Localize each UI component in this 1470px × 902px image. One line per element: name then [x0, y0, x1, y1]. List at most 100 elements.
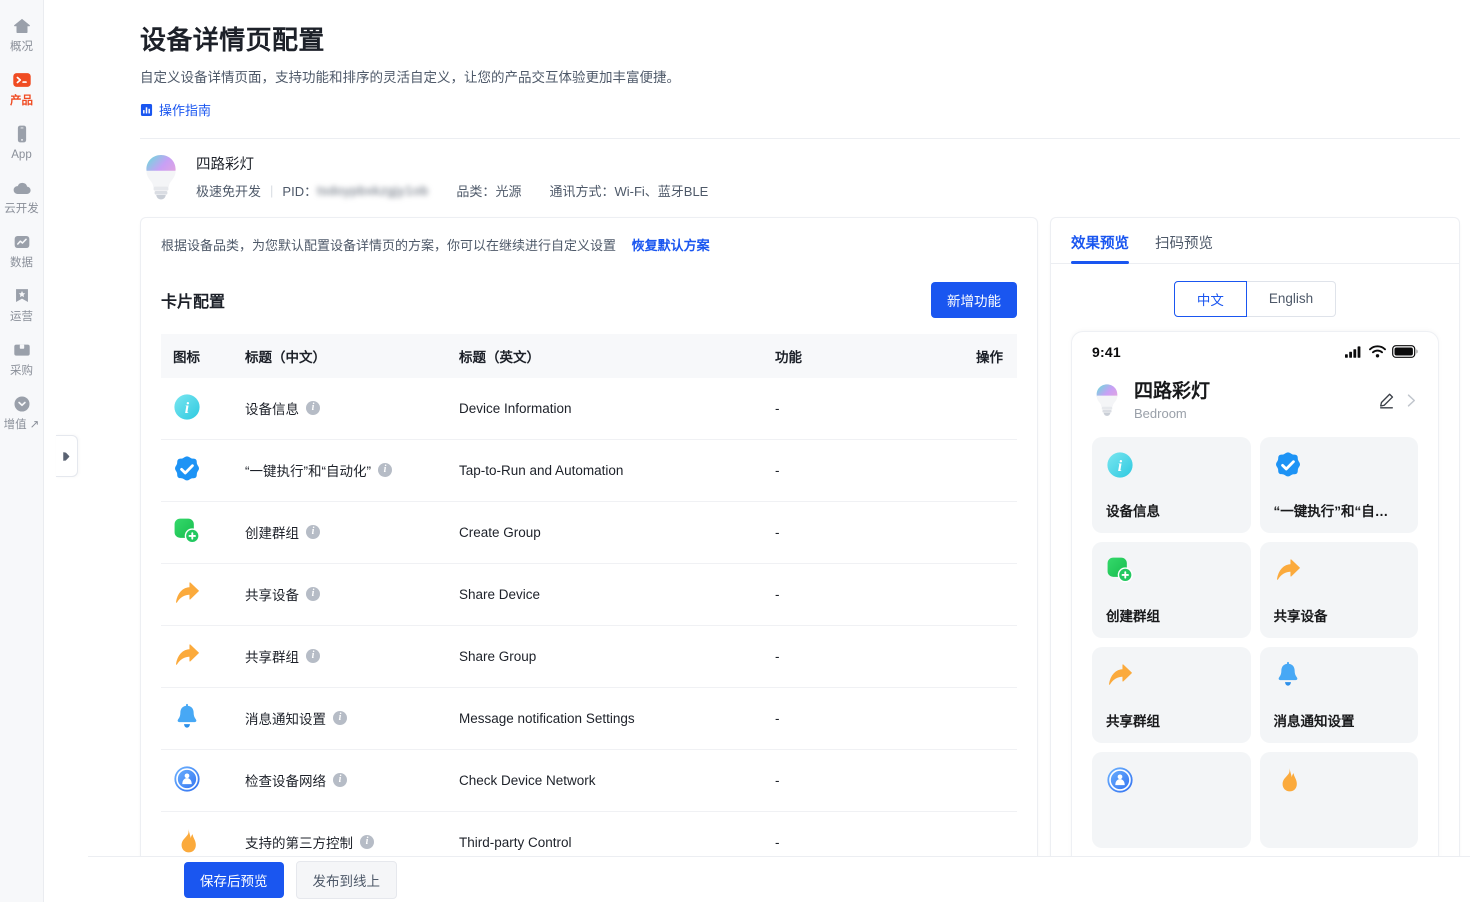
row-title-en: Share Group: [451, 625, 767, 688]
table-row[interactable]: “一键执行”和“自动化” i Tap-to-Run and Automation…: [161, 439, 1017, 502]
phone-tile[interactable]: i 设备信息: [1092, 436, 1251, 533]
phone-icon: [17, 125, 26, 143]
add-feature-button[interactable]: 新增功能: [931, 281, 1017, 318]
phone-tile[interactable]: 共享设备: [1259, 541, 1418, 638]
tile-label: 创建群组: [1106, 608, 1160, 624]
default-scheme-notice: 根据设备品类，为您默认配置设备详情页的方案，你可以在继续进行自定义设置 恢复默认…: [161, 236, 1017, 256]
row-actions[interactable]: [967, 439, 1017, 502]
check-shield-icon: [175, 455, 199, 480]
row-actions[interactable]: [967, 687, 1017, 750]
share-arrow-icon: [175, 581, 199, 603]
tab-qrcode-preview[interactable]: 扫码预览: [1155, 232, 1213, 263]
edit-pencil-icon[interactable]: [1377, 391, 1396, 410]
sidebar-item-cloud[interactable]: 云开发: [0, 170, 44, 222]
row-actions[interactable]: [967, 625, 1017, 688]
phone-mockup: 9:41 四路彩灯 Bedroom i 设备信息 “一键执行”和“自… 创建群组…: [1071, 330, 1439, 866]
sidebar-item-label: 运营: [10, 311, 33, 323]
section-title: 卡片配置: [161, 293, 226, 311]
operation-guide-link[interactable]: 操作指南: [140, 100, 211, 119]
column-header-cn: 标题（中文）: [237, 333, 451, 378]
phone-tile[interactable]: “一键执行”和“自…: [1259, 436, 1418, 533]
tile-icon: [1274, 451, 1302, 479]
sidebar-item-overview[interactable]: 概况: [0, 8, 44, 60]
table-row[interactable]: i 设备信息 i Device Information -: [161, 377, 1017, 440]
tile-icon: [1106, 766, 1134, 794]
sidebar-item-valueadd[interactable]: 增值 ↗: [0, 386, 44, 438]
tile-icon: [1274, 766, 1302, 794]
chevron-right-icon[interactable]: [1405, 391, 1418, 410]
phone-status-bar: 9:41: [1072, 332, 1438, 366]
table-row[interactable]: 共享群组 i Share Group -: [161, 625, 1017, 688]
device-attributes: 极速免开发 | PID： tsdoypbxkzgjy1ob 品类： 光源 通讯方…: [196, 181, 708, 200]
svg-text:i: i: [1118, 457, 1123, 474]
sidebar-item-app[interactable]: App: [0, 116, 44, 168]
info-tooltip-icon[interactable]: i: [306, 587, 320, 601]
sidebar-item-label: 增值 ↗: [3, 419, 40, 431]
group-add-icon: [1107, 557, 1133, 582]
row-icon-cell: [161, 625, 237, 688]
chart-icon: [14, 235, 29, 249]
page-scroll-region[interactable]: 设备详情页配置 自定义设备详情页面，支持功能和排序的灵活自定义，让您的产品交互体…: [44, 0, 1470, 902]
info-tooltip-icon[interactable]: i: [377, 463, 392, 477]
table-row[interactable]: 检查设备网络 i Check Device Network -: [161, 749, 1017, 812]
share-arrow-icon: [1108, 663, 1132, 685]
tile-icon: [1106, 556, 1134, 584]
phone-tile[interactable]: 共享群组: [1092, 646, 1251, 743]
row-title-cn: 设备信息: [245, 402, 299, 417]
lang-option-chinese[interactable]: 中文: [1173, 280, 1247, 317]
network-check-icon: [1107, 766, 1133, 793]
tab-effect-preview[interactable]: 效果预览: [1071, 232, 1129, 264]
row-title-en: Device Information: [451, 377, 767, 440]
row-actions[interactable]: [967, 749, 1017, 812]
bell-icon: [1278, 661, 1297, 686]
phone-tile[interactable]: 消息通知设置: [1259, 646, 1418, 743]
group-add-icon: [174, 518, 200, 543]
phone-device-room: Bedroom: [1134, 405, 1187, 421]
svg-text:i: i: [185, 399, 190, 416]
phone-tile[interactable]: [1259, 751, 1418, 848]
info-tooltip-icon[interactable]: i: [360, 835, 374, 849]
phone-tile[interactable]: [1092, 751, 1251, 848]
row-cn-cell: 共享群组 i: [237, 625, 451, 688]
save-and-preview-button[interactable]: 保存后预览: [184, 861, 284, 898]
battery-icon: [1392, 345, 1418, 358]
lang-option-english[interactable]: English: [1246, 280, 1337, 317]
info-tooltip-icon[interactable]: i: [333, 773, 347, 787]
tile-icon: i: [1106, 451, 1134, 479]
sidebar-item-data[interactable]: 数据: [0, 224, 44, 276]
device-category-value: 光源: [495, 184, 522, 199]
info-tooltip-icon[interactable]: i: [306, 649, 320, 663]
table-head: 图标 标题（中文） 标题（英文） 功能 操作: [161, 333, 1017, 378]
info-circle-icon: i: [1107, 451, 1133, 478]
cellular-signal-icon: [1345, 346, 1361, 358]
row-icon-cell: [161, 439, 237, 502]
row-title-cn: 共享群组: [245, 650, 299, 665]
sidebar-item-operations[interactable]: 运营: [0, 278, 44, 330]
status-icon-group: [1345, 345, 1418, 358]
sidebar-item-product[interactable]: 产品: [0, 62, 44, 114]
page-header: 设备详情页配置 自定义设备详情页面，支持功能和排序的灵活自定义，让您的产品交互体…: [44, 0, 1470, 122]
info-tooltip-icon[interactable]: i: [306, 525, 320, 539]
phone-tile[interactable]: 创建群组: [1092, 541, 1251, 638]
table-row[interactable]: 消息通知设置 i Message notification Settings -: [161, 687, 1017, 750]
sidebar-item-label: 概况: [10, 41, 33, 53]
row-actions[interactable]: [967, 501, 1017, 564]
phone-tile-grid: i 设备信息 “一键执行”和“自… 创建群组 共享设备 共享群组 消息通知设置: [1072, 431, 1438, 848]
table-row[interactable]: 共享设备 i Share Device -: [161, 563, 1017, 626]
row-cn-cell: 消息通知设置 i: [237, 687, 451, 750]
row-actions[interactable]: [967, 377, 1017, 440]
sidebar-collapse-toggle[interactable]: [56, 435, 78, 477]
row-actions[interactable]: [967, 563, 1017, 626]
info-tooltip-icon[interactable]: i: [306, 401, 320, 415]
card-config-panel: 根据设备品类，为您默认配置设备详情页的方案，你可以在继续进行自定义设置 恢复默认…: [140, 216, 1038, 867]
sidebar-item-purchase[interactable]: 采购: [0, 332, 44, 384]
restore-default-link[interactable]: 恢复默认方案: [632, 238, 710, 253]
table-row[interactable]: 创建群组 i Create Group -: [161, 501, 1017, 564]
document-icon: [140, 103, 153, 116]
publish-online-button[interactable]: 发布到线上: [295, 860, 397, 899]
flame-icon: [181, 828, 196, 852]
row-title-cn: 创建群组: [245, 526, 299, 541]
sidebar-item-label: 云开发: [4, 203, 39, 215]
info-tooltip-icon[interactable]: i: [333, 711, 347, 725]
row-title-en: Check Device Network: [451, 749, 767, 812]
